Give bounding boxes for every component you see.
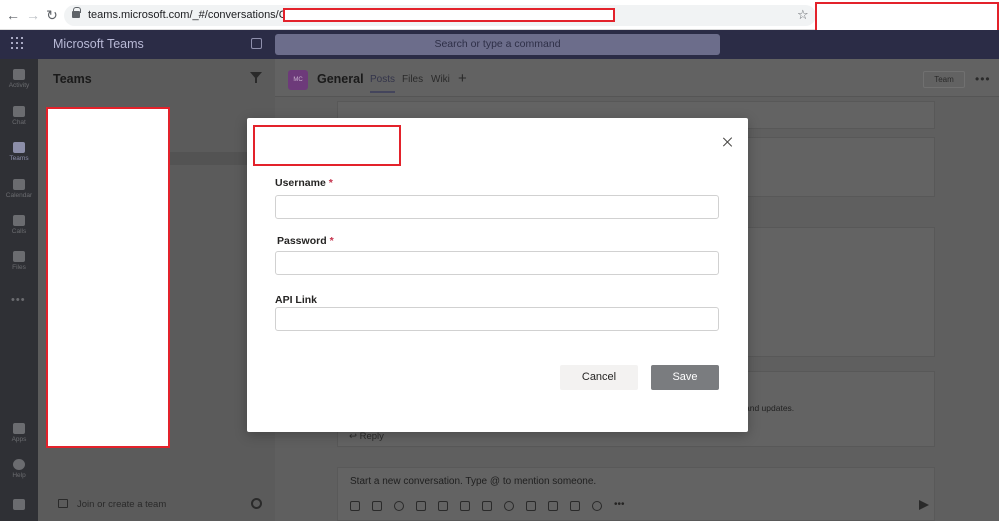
redacted-dialog-title — [253, 125, 401, 166]
app-launcher-icon[interactable] — [11, 37, 25, 51]
meet-icon[interactable] — [460, 501, 470, 511]
more-apps-icon[interactable]: ••• — [11, 294, 26, 306]
teams-panel-title: Teams — [53, 72, 92, 86]
forward-arrow-icon[interactable]: → — [25, 7, 41, 23]
app-rail: Activity Chat Teams Calendar Calls Files… — [0, 59, 38, 521]
tab-posts[interactable]: Posts — [370, 74, 396, 93]
stream-icon[interactable] — [526, 501, 536, 511]
bookmark-star-icon[interactable]: ☆ — [797, 7, 809, 23]
channel-name: General — [317, 72, 364, 86]
card-text: and updates. — [745, 403, 795, 413]
gif-icon[interactable] — [416, 501, 426, 511]
password-input[interactable] — [275, 251, 719, 275]
close-icon[interactable] — [722, 136, 734, 148]
rail-item-apps[interactable]: Apps — [0, 420, 38, 454]
more-compose-icon[interactable]: ••• — [614, 500, 625, 511]
channel-header: MC General Posts Files Wiki + Team ••• — [275, 59, 999, 97]
app-header: Microsoft Teams Search or type a command — [0, 30, 999, 59]
send-icon[interactable] — [919, 500, 929, 510]
command-search-input[interactable]: Search or type a command — [275, 34, 720, 55]
tab-files[interactable]: Files — [402, 74, 423, 85]
team-avatar: MC — [288, 70, 308, 90]
cancel-button[interactable]: Cancel — [560, 365, 638, 390]
forms-icon[interactable] — [548, 501, 558, 511]
github-icon[interactable] — [592, 501, 602, 511]
bell-icon — [13, 69, 25, 80]
team-info-button[interactable]: Team — [923, 71, 965, 88]
new-chat-icon[interactable] — [251, 38, 262, 49]
file-icon — [13, 251, 25, 262]
tab-wiki[interactable]: Wiki — [431, 74, 450, 85]
username-input[interactable] — [275, 195, 719, 219]
format-icon[interactable] — [350, 501, 360, 511]
rail-item-calls[interactable]: Calls — [0, 212, 38, 246]
teams-icon — [13, 142, 25, 153]
sticker-icon[interactable] — [438, 501, 448, 511]
join-create-team-link[interactable]: Join or create a team — [77, 499, 166, 510]
new-conversation-box[interactable]: Start a new conversation. Type @ to ment… — [337, 467, 935, 521]
filter-icon[interactable] — [250, 72, 262, 84]
redacted-team-list — [46, 107, 170, 448]
rail-item-teams[interactable]: Teams — [0, 139, 38, 173]
calendar-icon — [13, 179, 25, 190]
schedule-icon[interactable] — [482, 501, 492, 511]
api-link-input[interactable] — [275, 307, 719, 331]
config-dialog: Username * Password * API Link Cancel Save — [247, 118, 748, 432]
rail-item-download[interactable] — [0, 496, 38, 521]
join-team-icon — [58, 499, 68, 508]
password-label: Password * — [277, 235, 334, 247]
username-label: Username * — [275, 177, 333, 189]
rail-item-chat[interactable]: Chat — [0, 103, 38, 137]
phone-icon — [13, 215, 25, 226]
compose-placeholder: Start a new conversation. Type @ to ment… — [350, 476, 597, 487]
reload-icon[interactable]: ↻ — [44, 7, 60, 23]
video-icon[interactable] — [570, 501, 580, 511]
rail-item-activity[interactable]: Activity — [0, 66, 38, 100]
more-options-icon[interactable]: ••• — [975, 72, 991, 86]
praise-icon[interactable] — [504, 501, 514, 511]
rail-item-calendar[interactable]: Calendar — [0, 176, 38, 210]
chat-icon — [13, 106, 25, 117]
download-icon — [13, 499, 25, 510]
api-link-label: API Link — [275, 294, 318, 306]
save-button[interactable]: Save — [651, 365, 719, 390]
rail-item-help[interactable]: Help — [0, 456, 38, 490]
redacted-url-region — [283, 8, 615, 22]
emoji-icon[interactable] — [394, 501, 404, 511]
help-icon — [13, 459, 25, 470]
add-tab-icon[interactable]: + — [458, 70, 467, 87]
reply-link[interactable]: ↩ Reply — [349, 431, 384, 442]
app-title: Microsoft Teams — [53, 37, 144, 51]
attach-icon[interactable] — [372, 501, 382, 511]
rail-item-files[interactable]: Files — [0, 248, 38, 282]
gear-icon[interactable] — [251, 498, 262, 509]
back-arrow-icon[interactable]: ← — [5, 7, 21, 23]
lock-icon — [72, 7, 81, 19]
apps-icon — [13, 423, 25, 434]
